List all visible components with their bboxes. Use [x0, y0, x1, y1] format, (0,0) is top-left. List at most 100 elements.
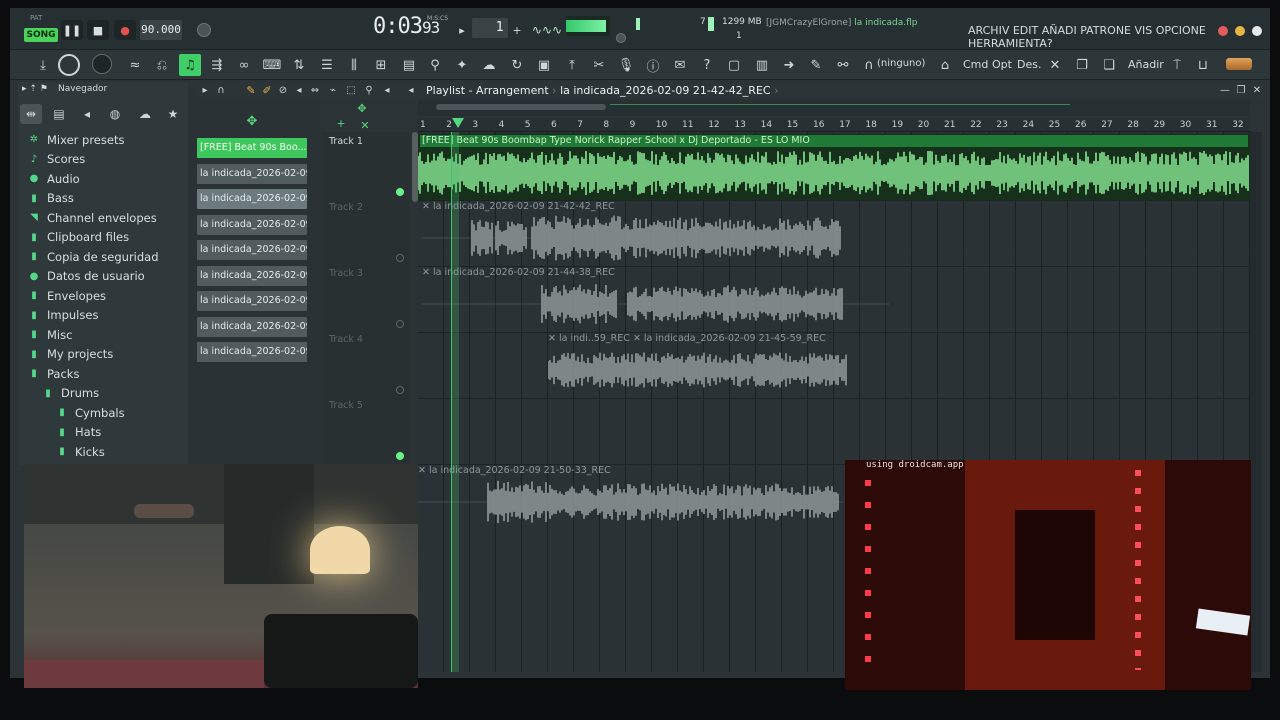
browser-item[interactable]: ▮ Hats [26, 423, 188, 443]
tab-speaker-icon[interactable]: ◂ [76, 104, 98, 124]
clip-source-item[interactable]: la indicada_2026-02-09... [197, 291, 307, 311]
browser-item[interactable]: ▮ Misc [26, 325, 188, 345]
delete-tool-icon[interactable]: ⊘ [276, 82, 290, 98]
loop-icon[interactable]: ⎌ [151, 54, 173, 76]
window-min-icon[interactable]: — [1218, 82, 1232, 98]
add-pattern-icon[interactable]: + [510, 20, 524, 40]
track-label[interactable]: Track 4 [329, 334, 363, 345]
clip-source-item[interactable]: la indicada_2026-02-09... [197, 316, 307, 337]
track-label[interactable]: Track 5 [329, 400, 363, 411]
record-button[interactable]: ● [114, 20, 136, 40]
export-icon[interactable]: ⤒ [561, 54, 583, 76]
link-icon[interactable]: ⚯ [832, 54, 854, 76]
add-button[interactable]: Añadir [1128, 58, 1164, 71]
playhead-marker-icon[interactable] [452, 118, 464, 128]
cloud-icon[interactable]: ☁ [478, 54, 500, 76]
main-volume-knob[interactable] [58, 54, 80, 76]
browser-item[interactable]: ◥ Channel envelopes [26, 208, 188, 228]
track-scroll-handle[interactable] [412, 132, 418, 202]
browser-item[interactable]: ▮ Drums [26, 384, 188, 404]
track-label[interactable]: Track 3 [329, 268, 363, 279]
main-menu[interactable]: ARCHIV EDIT AÑADI PATRONE VIS OPCIONE HE… [968, 24, 1280, 50]
track-mute-led[interactable] [396, 254, 404, 262]
track-zoom-icon[interactable]: ✥ [354, 100, 370, 116]
playlist-icon[interactable]: ☰ [316, 54, 338, 76]
minimize-dot[interactable] [1235, 26, 1245, 36]
opt-button[interactable]: Opt [992, 58, 1012, 71]
song-mode-toggle[interactable]: PAT SONG [24, 14, 60, 44]
typing-keyboard-icon[interactable]: ⌨ [261, 54, 283, 76]
playback-tool-icon[interactable]: ◂ [380, 82, 394, 98]
tab-cloud-icon[interactable]: ☁ [134, 104, 156, 124]
screen-icon[interactable]: ▢ [723, 54, 745, 76]
slice-tool-icon[interactable]: ⌁ [326, 82, 340, 98]
clip-source-item[interactable]: la indicada_2026-02-09... [197, 240, 307, 260]
chat-icon[interactable]: ✉ [669, 54, 691, 76]
window-close-icon[interactable]: ✕ [1250, 82, 1264, 98]
main-pitch-knob[interactable] [92, 54, 112, 74]
pick-icon[interactable]: ✦ [451, 54, 473, 76]
info-icon[interactable]: ⓘ [642, 54, 664, 76]
overview-scrollbar[interactable] [436, 104, 606, 110]
track-label[interactable]: Track 1 [329, 136, 363, 147]
cmd-button[interactable]: Cmd [963, 58, 988, 71]
pause-button[interactable]: ❚❚ [61, 20, 83, 40]
paint-tool-icon[interactable]: ✐ [260, 82, 274, 98]
mute-tool-icon[interactable]: ◂ [292, 82, 306, 98]
browser-item[interactable]: ▮ Copia de seguridad [26, 247, 188, 267]
tab-all-icon[interactable]: ⇹ [20, 104, 42, 124]
tab-files-icon[interactable]: ▤ [48, 104, 70, 124]
browser-item[interactable]: ▮ Impulses [26, 306, 188, 326]
clip-source-item[interactable]: la indicada_2026-02-09... [197, 163, 307, 184]
zoom-tool-icon[interactable]: ⚲ [362, 82, 376, 98]
slip-tool-icon[interactable]: ⇔ [308, 82, 322, 98]
move-tracks-icon[interactable]: ✥ [244, 112, 260, 130]
arrow-right-icon[interactable]: ➜ [778, 54, 800, 76]
snap-selector[interactable]: (ninguno) [877, 58, 925, 69]
browser-item[interactable]: ▮ My projects [26, 345, 188, 365]
track-mute-led[interactable] [396, 188, 404, 196]
clip-source-item[interactable]: [FREE] Beat 90s Boo... [197, 138, 307, 158]
clip-source-item[interactable]: la indicada_2026-02-09... [197, 342, 307, 362]
paste-icon[interactable]: ❏ [1098, 54, 1120, 76]
browser-arrows-icon[interactable]: ▸ ⇡ ⚑ [22, 84, 48, 94]
add-track-icon[interactable]: + [334, 116, 348, 130]
remove-track-icon[interactable]: ✕ [358, 118, 372, 132]
microphone-icon[interactable]: 🎙 [615, 54, 637, 76]
browser-item[interactable]: ▮ Kicks [26, 442, 188, 462]
magnet-tool-icon[interactable]: ∩ [214, 82, 228, 98]
track-mute-led[interactable] [396, 320, 404, 328]
clip-source-item[interactable]: la indicada_2026-02-09... [197, 265, 307, 286]
audio-clip-rec-3[interactable]: ✕ la indi..59_REC ✕ la indicada_2026-02-… [548, 333, 848, 395]
timeline-ruler[interactable] [418, 118, 1250, 132]
audio-clip-rec-1[interactable]: ✕ la indicada_2026-02-09 21-42-42_REC [422, 201, 842, 263]
step-edit-icon[interactable]: ⇶ [206, 54, 228, 76]
des-button[interactable]: Des. [1017, 58, 1041, 71]
cut-icon[interactable]: ✂ [588, 54, 610, 76]
wave-icon[interactable]: ≈ [124, 54, 146, 76]
track-label[interactable]: Track 2 [329, 202, 363, 213]
blend-icon[interactable]: ∞ [233, 54, 255, 76]
browser-item[interactable]: ▮ Clipboard files [26, 228, 188, 248]
browser-item[interactable]: ▮ Cymbals [26, 403, 188, 423]
save-icon[interactable]: ▣ [533, 54, 555, 76]
copy-icon[interactable]: ❐ [1071, 54, 1093, 76]
browser-item[interactable]: ● Datos de usuario [26, 267, 188, 287]
browser-item[interactable]: ♪ Scores [26, 150, 188, 170]
piano-icon[interactable]: ▥ [751, 54, 773, 76]
download-icon[interactable]: ⤓ [32, 54, 54, 76]
playlist-arrow-icon[interactable]: ▸ [198, 82, 212, 98]
snap-icon[interactable]: ⇅ [288, 54, 310, 76]
tab-plugin-icon[interactable]: ◍ [104, 104, 126, 124]
scissors-icon[interactable]: ✕ [1044, 54, 1066, 76]
help-icon[interactable]: ? [696, 54, 718, 76]
audio-clip-beat[interactable]: [FREE] Beat 90s Boombap Type Norick Rapp… [418, 134, 1250, 200]
maximize-dot[interactable] [1252, 26, 1262, 36]
speaker-icon[interactable]: ◂ [404, 82, 418, 98]
metronome-icon[interactable]: ♫ [179, 54, 201, 76]
browser-item[interactable]: ▮ Bass [26, 189, 188, 209]
clip-source-item[interactable]: la indicada_2026-02-09... [197, 214, 307, 235]
browser-item[interactable]: ▮ Envelopes [26, 286, 188, 306]
master-pitch-knob[interactable] [197, 23, 211, 37]
close-dot[interactable] [1218, 26, 1228, 36]
